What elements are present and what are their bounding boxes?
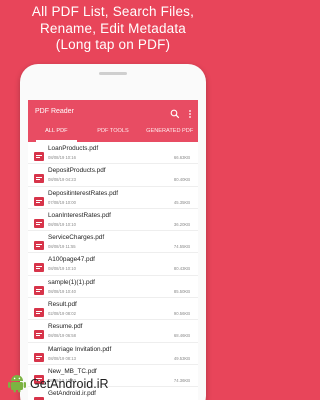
file-name: LoanProducts.pdf <box>48 145 99 152</box>
file-size: 90.56KB <box>173 311 190 317</box>
app-bar: PDF Reader ALL PDF PDF TOOLS GENERATED P… <box>28 100 198 142</box>
pdf-file-icon <box>34 215 44 228</box>
file-size: 68.46KB <box>173 333 190 339</box>
pdf-file-icon <box>34 304 44 318</box>
tab-all-pdf[interactable]: ALL PDF <box>28 122 85 142</box>
watermark-text: GetAndroid.iR <box>30 377 109 391</box>
promo-caption: All PDF List, Search Files, Rename, Edit… <box>0 4 226 54</box>
promo-line-2: Rename, Edit Metadata <box>39 20 187 36</box>
android-robot-icon <box>6 371 28 398</box>
file-name: ServiceCharges.pdf <box>48 234 105 242</box>
file-size: 45.35KB <box>173 199 190 205</box>
file-size: 80.40KB <box>173 177 190 183</box>
more-vert-icon[interactable] <box>187 106 193 118</box>
pdf-file-icon <box>34 148 44 161</box>
search-icon[interactable] <box>170 106 180 119</box>
file-size: 66.63KB <box>173 155 190 160</box>
file-date: 08/08/19 10:40 <box>48 288 76 294</box>
file-date: 08/08/19 06:58 <box>48 333 76 339</box>
file-name: DepositProducts.pdf <box>48 167 106 175</box>
pdf-file-icon <box>34 282 44 295</box>
watermark: GetAndroid.iR <box>6 372 109 396</box>
file-date: 08/08/19 04:23 <box>48 177 76 183</box>
file-date: 07/08/19 10:00 <box>48 199 76 205</box>
list-item[interactable]: Marriage Invitation.pdf 08/08/19 08:13 49.… <box>28 343 198 365</box>
tab-pdf-tools[interactable]: PDF TOOLS <box>85 122 142 142</box>
file-date: 08/08/19 10:10 <box>48 266 76 272</box>
list-item[interactable]: sample(1)(1).pdf 08/08/19 10:40 85.50KB <box>28 276 198 299</box>
list-item[interactable]: LoanInterestRates.pdf 08/08/19 10:10 36.20… <box>28 209 198 232</box>
list-item[interactable]: Resume.pdf 08/08/19 06:58 68.46KB <box>28 320 198 343</box>
app-title: PDF Reader <box>35 108 74 115</box>
phone-speaker <box>99 72 127 75</box>
list-item[interactable]: DepositProducts.pdf 08/08/19 04:23 80.40KB <box>28 164 198 187</box>
list-item[interactable]: ServiceCharges.pdf 08/08/19 11:55 74.55KB <box>28 231 198 254</box>
app-screen: PDF Reader ALL PDF PDF TOOLS GENERATED P… <box>28 100 198 400</box>
file-name: Resume.pdf <box>48 323 83 331</box>
file-size: 74.55KB <box>173 244 190 250</box>
file-date: 08/08/19 08:13 <box>48 355 76 361</box>
file-name: sample(1)(1).pdf <box>48 278 95 286</box>
file-name: DepositinterestRates.pdf <box>48 189 118 197</box>
file-size: 36.20KB <box>173 221 190 227</box>
phone-frame: PDF Reader ALL PDF PDF TOOLS GENERATED P… <box>20 64 206 400</box>
file-size: 49.53KB <box>173 355 190 361</box>
file-date: 08/08/19 11:55 <box>48 244 76 250</box>
promo-line-3: (Long tap on PDF) <box>55 37 171 52</box>
list-item[interactable]: DepositinterestRates.pdf 07/08/19 10:00 45… <box>28 187 198 209</box>
file-date: 08/08/19 10:16 <box>48 155 76 160</box>
pdf-file-icon <box>34 170 44 184</box>
pdf-file-icon <box>34 259 44 273</box>
file-name: Marriage Invitation.pdf <box>48 345 112 353</box>
tab-bar: ALL PDF PDF TOOLS GENERATED PDF <box>28 122 198 142</box>
list-item[interactable]: LoanProducts.pdf 08/08/19 10:16 66.63KB <box>28 142 198 165</box>
list-item[interactable]: A100page47.pdf 08/08/19 10:10 80.43KB <box>28 253 198 276</box>
pdf-file-icon <box>34 349 44 362</box>
tab-generated-pdf[interactable]: GENERATED PDF <box>141 122 198 142</box>
file-size: 85.50KB <box>173 288 190 294</box>
promo-line-1: All PDF List, Search Files, <box>31 4 195 19</box>
pdf-file-icon <box>34 326 44 340</box>
pdf-file-icon <box>34 193 44 206</box>
file-name: A100page47.pdf <box>48 256 95 264</box>
file-date: 02/08/19 08:02 <box>48 311 76 317</box>
pdf-file-icon <box>34 237 44 251</box>
file-name: LoanInterestRates.pdf <box>48 211 111 219</box>
file-list: LoanProducts.pdf 08/08/19 10:16 66.63KB Dep… <box>28 142 198 400</box>
file-date: 08/08/19 10:10 <box>48 221 76 227</box>
file-size: 74.36KB <box>173 377 190 383</box>
list-item[interactable]: Result.pdf 02/08/19 08:02 90.56KB <box>28 298 198 321</box>
file-name: Result.pdf <box>48 301 77 309</box>
file-size: 80.43KB <box>173 266 190 272</box>
